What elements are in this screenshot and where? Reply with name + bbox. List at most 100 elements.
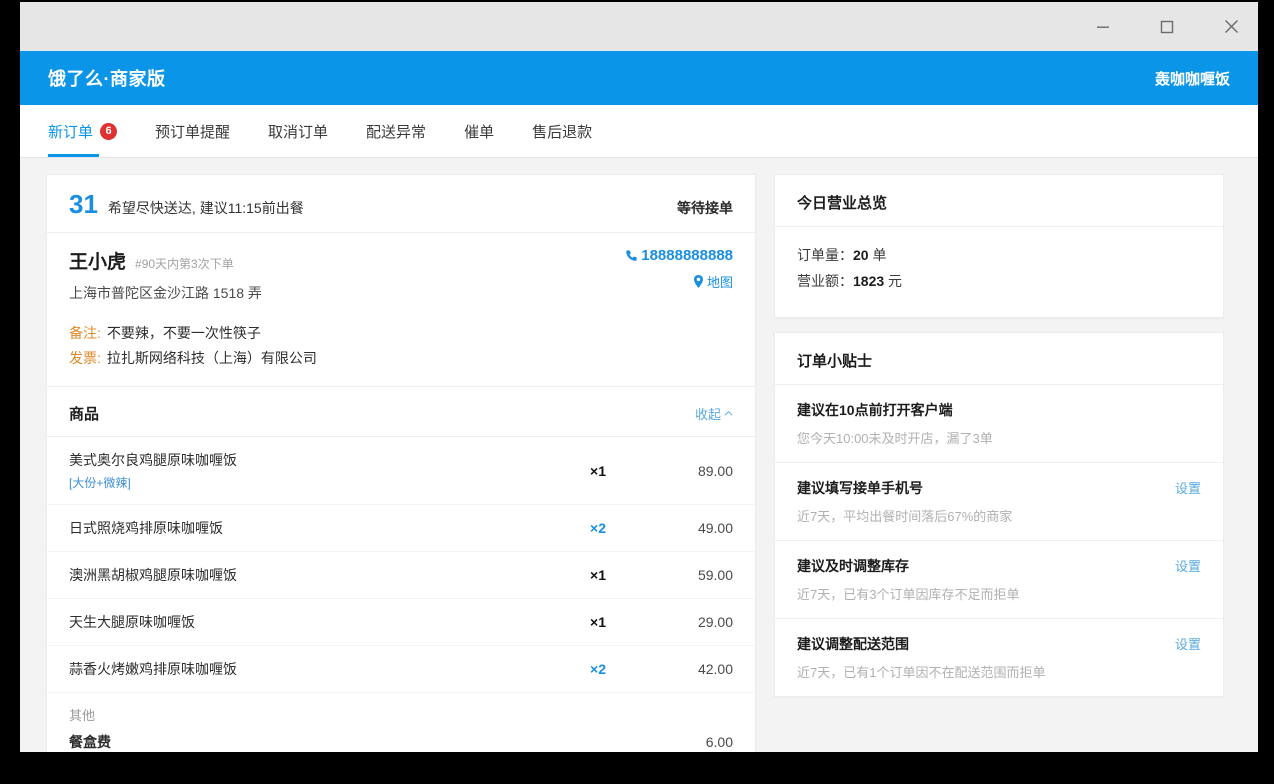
- fee-row: 餐盒费 6.00: [47, 726, 755, 752]
- tab-item[interactable]: 新订单 6: [48, 105, 118, 157]
- tip-header: 建议在10点前打开客户端: [797, 400, 1201, 420]
- phone-icon: [626, 250, 637, 261]
- order-note-value: 拉扎斯网络科技（上海）有限公司: [106, 349, 317, 366]
- goods-item-quantity: ×2: [590, 661, 606, 677]
- daily-summary-card: 今日营业总览 订单量：20 单营业额：1823 元: [774, 174, 1224, 318]
- tab-item[interactable]: 配送异常: [366, 105, 426, 157]
- tip-title: 建议调整配送范围: [797, 635, 909, 652]
- order-delivery-hint: 希望尽快送达, 建议11:15前出餐: [107, 200, 304, 216]
- summary-label: 订单量：: [797, 247, 853, 263]
- fee-name: 餐盒费: [69, 734, 111, 750]
- tab-badge: 6: [100, 122, 118, 140]
- order-status-badge: 等待接单: [677, 200, 733, 216]
- customer-phone[interactable]: 18888888888: [625, 247, 733, 264]
- order-sequence: 31: [69, 189, 98, 219]
- goods-title: 商品: [69, 406, 100, 423]
- summary-unit: 单: [868, 247, 887, 263]
- tip-subtitle: 近7天，已有3个订单因库存不足而拒单: [797, 586, 1020, 602]
- tip-header: 建议填写接单手机号 设置: [797, 478, 1201, 498]
- customer-phone-number: 18888888888: [641, 247, 733, 264]
- shop-name[interactable]: 轰咖咖喱饭: [1155, 68, 1230, 89]
- goods-item-quantity: ×1: [590, 462, 606, 479]
- tip-title: 建议填写接单手机号: [797, 479, 923, 496]
- tip-subtitle: 近7天，平均出餐时间落后67%的商家: [797, 508, 1013, 524]
- goods-item-price: 59.00: [697, 567, 733, 583]
- tab-label: 催单: [464, 123, 495, 141]
- tab-item[interactable]: 预订单提醒: [155, 105, 230, 157]
- tip-item: 建议填写接单手机号 设置近7天，平均出餐时间落后67%的商家: [775, 463, 1223, 541]
- order-tips-list: 建议在10点前打开客户端 您今天10:00未及时开店，漏了3单 建议填写接单手机号设…: [775, 385, 1223, 696]
- goods-item-price: 42.00: [697, 661, 733, 677]
- tab-item[interactable]: 售后退款: [532, 105, 592, 157]
- customer-name: 王小虎: [69, 252, 127, 273]
- goods-item-info: 美式奥尔良鸡腿原味咖喱饭 [大份+微辣]: [69, 450, 555, 491]
- tip-settings-link[interactable]: 设置: [1175, 556, 1201, 575]
- customer-order-history: #90天内第3次下单: [135, 257, 234, 271]
- tab-item[interactable]: 取消订单: [268, 105, 328, 157]
- tip-settings-link[interactable]: 设置: [1175, 634, 1201, 653]
- tab-label: 配送异常: [366, 123, 427, 141]
- tab-item[interactable]: 催单: [464, 105, 494, 157]
- tip-subtitle: 您今天10:00未及时开店，漏了3单: [797, 430, 993, 446]
- tip-item: 建议调整配送范围 设置近7天，已有1个订单因不在配送范围而拒单: [775, 619, 1223, 696]
- goods-item-info: 蒜香火烤嫩鸡排原味咖喱饭: [69, 659, 555, 679]
- map-pin-icon: [693, 275, 703, 288]
- goods-item-info: 天生大腿原味咖喱饭: [69, 612, 555, 632]
- other-fees-label: 其他: [69, 708, 96, 723]
- goods-item-row: 澳洲黑胡椒鸡腿原味咖喱饭 ×1 59.00: [47, 552, 755, 599]
- goods-item-quantity: ×1: [590, 567, 606, 583]
- goods-collapse-toggle[interactable]: 收起: [695, 404, 733, 423]
- goods-item-row: 美式奥尔良鸡腿原味咖喱饭 [大份+微辣] ×1 89.00: [47, 437, 755, 505]
- tip-item: 建议在10点前打开客户端您今天10:00未及时开店，漏了3单: [775, 385, 1223, 463]
- app-window: 饿了么·商家版 轰咖咖喱饭 新订单 6 预订单提醒 取消订单 配送异常 催单 售后退款 31…: [20, 2, 1258, 752]
- goods-item-name: 日式照烧鸡排原味咖喱饭: [69, 520, 223, 536]
- goods-item-spec: [大份+微辣]: [69, 476, 131, 490]
- goods-item-price: 49.00: [697, 520, 733, 536]
- summary-value: 20: [853, 247, 869, 263]
- goods-item-info: 澳洲黑胡椒鸡腿原味咖喱饭: [69, 565, 555, 585]
- app-title: 饿了么·商家版: [48, 69, 166, 89]
- summary-value: 1823: [853, 272, 885, 289]
- order-note-value: 不要辣，不要一次性筷子: [106, 325, 261, 341]
- customer-section: 王小虎 #90天内第3次下单 上海市普陀区金沙江路 1518 弄 1888888…: [47, 233, 755, 313]
- fee-amount: 6.00: [705, 734, 733, 750]
- tip-title: 建议及时调整库存: [797, 557, 909, 574]
- tip-subtitle: 近7天，已有1个订单因不在配送范围而拒单: [797, 664, 1046, 680]
- order-column: 31 希望尽快送达, 建议11:15前出餐 等待接单 王小虎 #90天内第3次下…: [46, 174, 756, 752]
- close-icon: [1224, 20, 1238, 33]
- order-note-label: 发票:: [69, 349, 101, 366]
- main-content: 31 希望尽快送达, 建议11:15前出餐 等待接单 王小虎 #90天内第3次下…: [20, 158, 1258, 752]
- goods-item-quantity: ×1: [590, 614, 606, 630]
- tab-bar: 新订单 6 预订单提醒 取消订单 配送异常 催单 售后退款: [20, 105, 1258, 158]
- goods-header: 商品 收起: [47, 387, 755, 437]
- order-header: 31 希望尽快送达, 建议11:15前出餐 等待接单: [47, 175, 755, 233]
- daily-summary-title: 今日营业总览: [775, 175, 1223, 227]
- goods-item-row: 蒜香火烤嫩鸡排原味咖喱饭 ×2 42.00: [47, 646, 755, 693]
- summary-line: 营业额：1823 元: [797, 269, 1201, 295]
- maximize-button[interactable]: [1144, 11, 1190, 43]
- tab-label: 预订单提醒: [155, 123, 231, 141]
- close-button[interactable]: [1208, 11, 1254, 43]
- summary-label: 营业额：: [797, 272, 853, 289]
- tab-label: 取消订单: [268, 123, 329, 141]
- goods-item-quantity: ×2: [590, 520, 606, 536]
- tip-settings-link[interactable]: 设置: [1175, 478, 1201, 497]
- sidebar-column: 今日营业总览 订单量：20 单营业额：1823 元 订单小贴士 建议在10点前打…: [774, 174, 1224, 752]
- order-card: 31 希望尽快送达, 建议11:15前出餐 等待接单 王小虎 #90天内第3次下…: [46, 174, 756, 752]
- goods-collapse-label: 收起: [694, 407, 721, 422]
- order-notes: 备注: 不要辣，不要一次性筷子 发票: 拉扎斯网络科技（上海）有限公司: [47, 313, 755, 387]
- goods-list: 美式奥尔良鸡腿原味咖喱饭 [大份+微辣] ×1 89.00 日式照烧鸡排原味咖喱饭 ×2 4…: [47, 437, 755, 693]
- map-link[interactable]: 地图: [625, 272, 733, 291]
- maximize-icon: [1160, 20, 1174, 33]
- tip-item: 建议及时调整库存 设置近7天，已有3个订单因库存不足而拒单: [775, 541, 1223, 619]
- customer-address: 上海市普陀区金沙江路 1518 弄: [69, 285, 262, 301]
- order-tips-title: 订单小贴士: [775, 333, 1223, 385]
- goods-item-row: 天生大腿原味咖喱饭 ×1 29.00: [47, 599, 755, 646]
- goods-item-name: 美式奥尔良鸡腿原味咖喱饭: [69, 452, 237, 468]
- goods-item-price: 89.00: [697, 462, 733, 479]
- goods-item-row: 日式照烧鸡排原味咖喱饭 ×2 49.00: [47, 505, 755, 552]
- minimize-button[interactable]: [1080, 11, 1126, 43]
- goods-item-name: 天生大腿原味咖喱饭: [69, 614, 195, 630]
- order-note-label: 备注:: [69, 325, 101, 341]
- window-titlebar: [20, 2, 1258, 51]
